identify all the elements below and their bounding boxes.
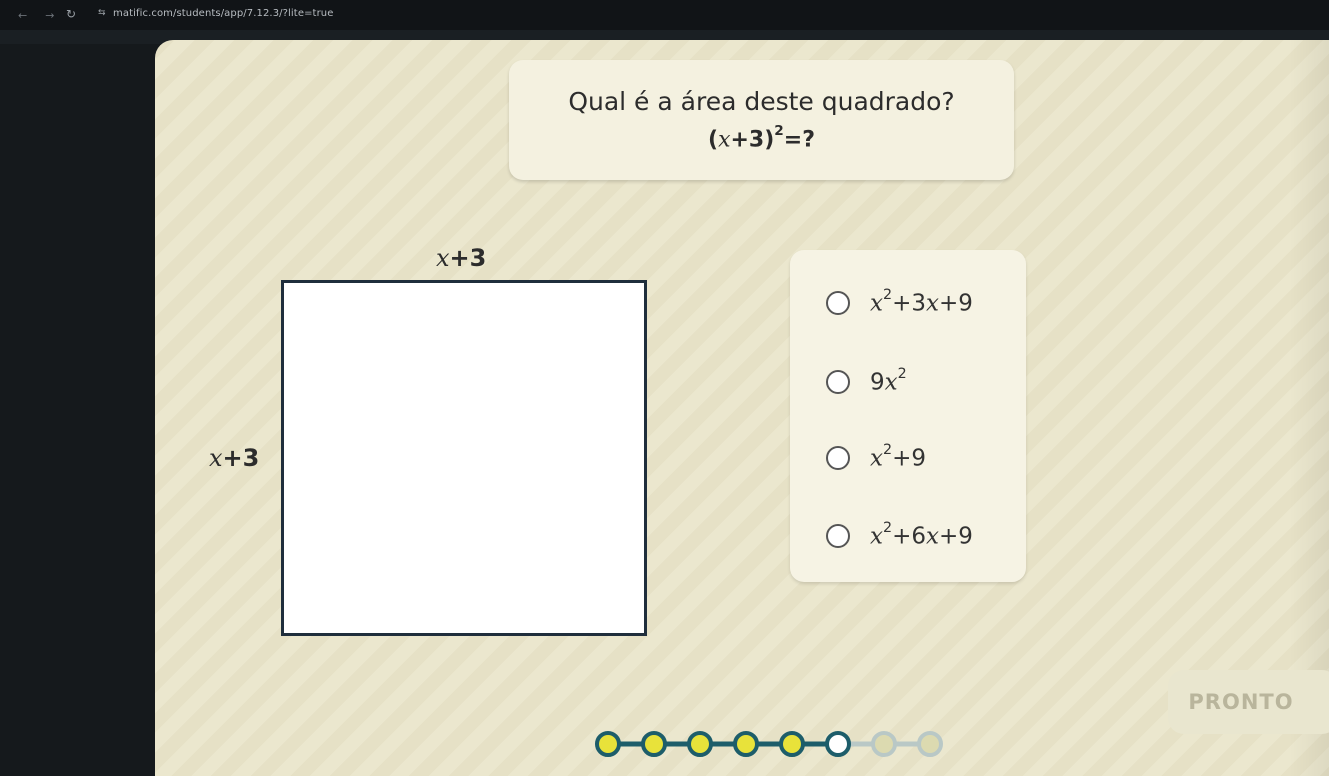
option-4-text: x2+6x+9 [870, 519, 973, 550]
progress-step-6 [825, 731, 851, 757]
option-3-text: x2+9 [870, 441, 926, 472]
answer-options: x2+3x+9 9x2 x2+9 x2+6x+9 [790, 250, 1026, 582]
progress-step-5 [779, 731, 805, 757]
question-banner: Qual é a área deste quadrado? (x+3)2=? [509, 60, 1014, 180]
left-label-rest: +3 [222, 444, 260, 472]
option-1[interactable]: x2+3x+9 [826, 283, 973, 323]
option-2[interactable]: 9x2 [826, 362, 907, 402]
browser-toolbar: ← → ↻ ⇆ matific.com/students/app/7.12.3/… [0, 0, 1329, 30]
radio-button[interactable] [826, 446, 850, 470]
formula-rest: +3) [730, 127, 775, 153]
back-icon[interactable]: ← [18, 9, 27, 22]
address-bar[interactable]: matific.com/students/app/7.12.3/?lite=tr… [113, 8, 333, 19]
reload-icon[interactable]: ↻ [66, 7, 76, 21]
forward-icon[interactable]: → [45, 9, 54, 22]
progress-step-3 [687, 731, 713, 757]
option-4[interactable]: x2+6x+9 [826, 516, 973, 556]
progress-tracker [595, 731, 943, 757]
progress-step-7 [871, 731, 897, 757]
left-label-var: x [209, 444, 223, 472]
square-left-label: x+3 [209, 444, 259, 472]
formula-exponent: 2 [774, 123, 784, 140]
square-top-label: x+3 [436, 244, 486, 272]
formula-paren: ( [708, 127, 719, 153]
progress-step-1 [595, 731, 621, 757]
option-3[interactable]: x2+9 [826, 438, 926, 478]
question-title: Qual é a área deste quadrado? [568, 87, 955, 116]
top-label-rest: +3 [449, 244, 487, 272]
browser-nav: ← → [0, 9, 54, 22]
square-diagram [281, 280, 647, 636]
question-formula: (x+3)2=? [509, 123, 1014, 153]
formula-end: =? [783, 127, 815, 153]
radio-button[interactable] [826, 370, 850, 394]
progress-step-8 [917, 731, 943, 757]
progress-step-2 [641, 731, 667, 757]
formula-var: x [718, 127, 731, 153]
site-settings-icon[interactable]: ⇆ [98, 8, 106, 18]
option-2-text: 9x2 [870, 365, 907, 396]
option-1-text: x2+3x+9 [870, 286, 973, 317]
radio-button[interactable] [826, 291, 850, 315]
top-label-var: x [436, 244, 450, 272]
frame-shadow [1289, 40, 1329, 776]
progress-step-4 [733, 731, 759, 757]
radio-button[interactable] [826, 524, 850, 548]
pronto-button[interactable]: PRONTO [1168, 670, 1329, 734]
